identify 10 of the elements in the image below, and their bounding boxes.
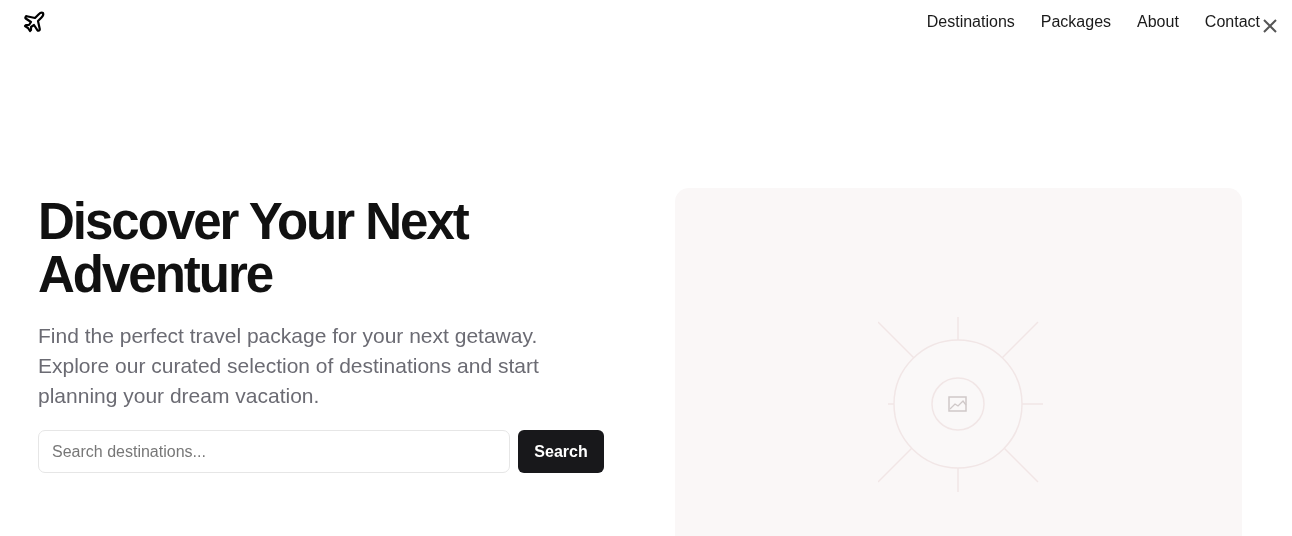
close-icon[interactable]: [1262, 18, 1278, 34]
nav-link[interactable]: About: [1137, 10, 1179, 34]
hero-heading: Discover Your Next Adventure: [38, 195, 470, 301]
nav-link[interactable]: Contact: [1204, 10, 1260, 34]
search-button[interactable]: Search: [518, 430, 604, 473]
nav-link[interactable]: Destinations: [926, 10, 1015, 34]
airplane-icon[interactable]: [22, 10, 46, 34]
nav-link[interactable]: Packages: [1040, 10, 1112, 34]
search-field[interactable]: Search destinations...: [38, 430, 510, 473]
hero-description: Find the perfect travel package for your next getaway. Explore our curated selection of destinations and start planning your dream vacation.: [38, 323, 540, 409]
